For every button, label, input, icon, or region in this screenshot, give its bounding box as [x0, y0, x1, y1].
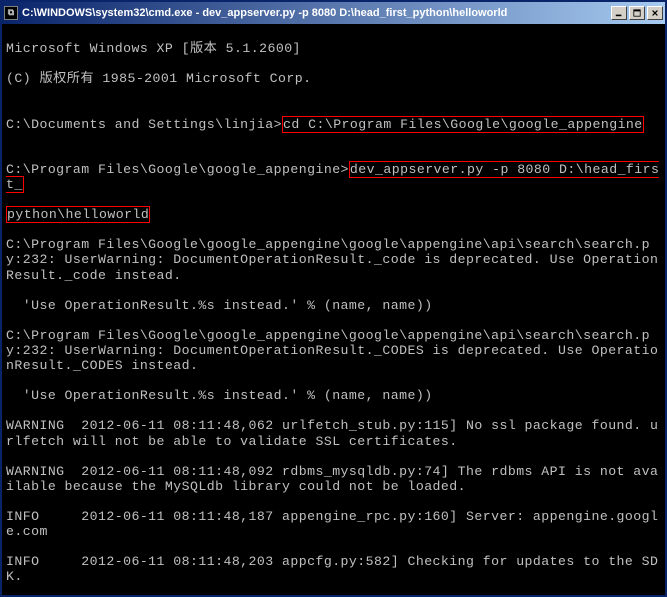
window-title: C:\WINDOWS\system32\cmd.exe - dev_appser…: [22, 7, 611, 19]
minimize-button[interactable]: [611, 6, 627, 20]
console-line: Microsoft Windows XP [版本 5.1.2600]: [6, 41, 661, 56]
prompt: C:\Documents and Settings\linjia>: [6, 117, 282, 132]
console-line: INFO 2012-06-11 08:11:48,187 appengine_r…: [6, 509, 661, 539]
console-line: WARNING 2012-06-11 08:11:48,092 rdbms_my…: [6, 464, 661, 494]
console-prompt-line: C:\Program Files\Google\google_appengine…: [6, 162, 661, 192]
minimize-icon: [615, 9, 623, 17]
console-output[interactable]: Microsoft Windows XP [版本 5.1.2600] (C) 版…: [2, 24, 665, 595]
console-line: C:\Program Files\Google\google_appengine…: [6, 328, 661, 373]
console-prompt-line: C:\Documents and Settings\linjia>cd C:\P…: [6, 117, 661, 132]
close-button[interactable]: [647, 6, 663, 20]
titlebar[interactable]: ⧉ C:\WINDOWS\system32\cmd.exe - dev_apps…: [2, 2, 665, 24]
window-controls: [611, 6, 663, 20]
console-line: 'Use OperationResult.%s instead.' % (nam…: [6, 298, 661, 313]
maximize-icon: [633, 9, 641, 17]
console-line: python\helloworld: [6, 207, 661, 222]
close-icon: [651, 9, 659, 17]
console-line: (C) 版权所有 1985-2001 Microsoft Corp.: [6, 71, 661, 86]
cmd-icon: ⧉: [4, 6, 18, 20]
console-line: WARNING 2012-06-11 08:11:48,062 urlfetch…: [6, 418, 661, 448]
highlighted-command-2b: python\helloworld: [6, 206, 150, 223]
cmd-window: ⧉ C:\WINDOWS\system32\cmd.exe - dev_apps…: [0, 0, 667, 597]
maximize-button[interactable]: [629, 6, 645, 20]
console-line: C:\Program Files\Google\google_appengine…: [6, 237, 661, 282]
console-line: 'Use OperationResult.%s instead.' % (nam…: [6, 388, 661, 403]
prompt: C:\Program Files\Google\google_appengine…: [6, 162, 349, 177]
highlighted-command-1: cd C:\Program Files\Google\google_appeng…: [282, 116, 644, 133]
console-line: INFO 2012-06-11 08:11:48,203 appcfg.py:5…: [6, 554, 661, 584]
